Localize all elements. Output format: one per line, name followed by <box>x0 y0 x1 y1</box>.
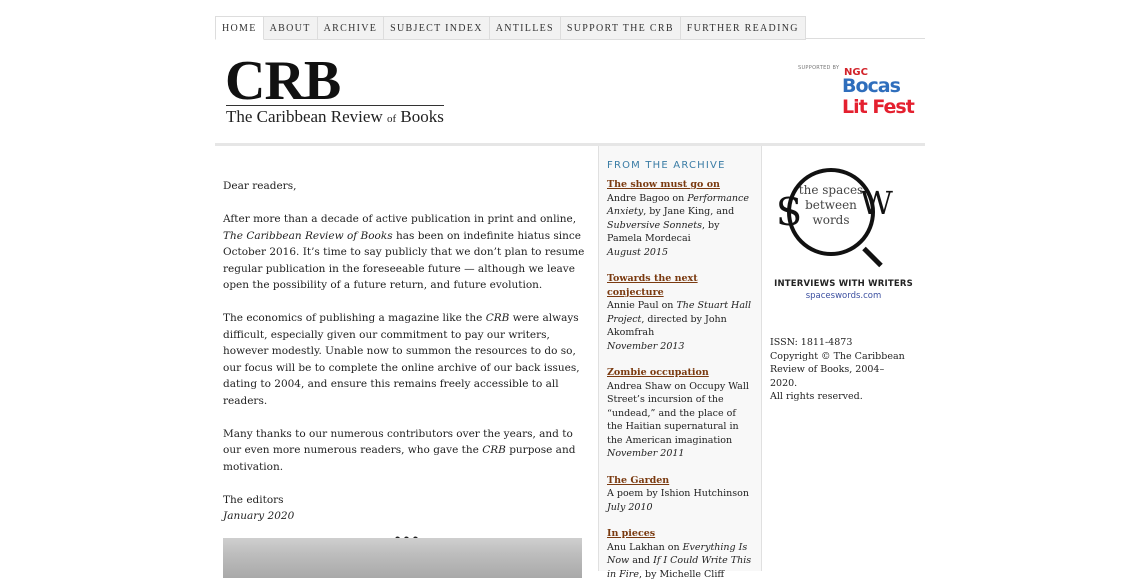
archive-entry: In pieces Anu Lakhan on Everything Is No… <box>607 527 753 581</box>
logo-subtitle-b: Books <box>396 107 444 126</box>
cover-image[interactable] <box>223 538 582 578</box>
entry-text: Andrea Shaw on Occupy Wall Street’s incu… <box>607 380 749 446</box>
salutation: Dear readers, <box>223 180 297 192</box>
entry-italic: Subversive Sonnets <box>607 219 702 231</box>
letter-date: January 2020 <box>223 510 295 522</box>
nav-further-reading[interactable]: FURTHER READING <box>680 16 806 40</box>
letter-paragraph-1: After more than a decade of active publi… <box>223 211 590 294</box>
rights: All rights reserved. <box>770 391 863 402</box>
masthead: CRB The Caribbean Review of Books SUPPOR… <box>215 39 925 146</box>
archive-entry-title[interactable]: In pieces <box>607 527 753 541</box>
archive-entry-date: August 2015 <box>607 246 669 258</box>
p3-crb: CRB <box>482 444 506 456</box>
main-nav: HOME ABOUT ARCHIVE SUBJECT INDEX ANTILLE… <box>215 16 925 40</box>
letter-paragraph-3: Many thanks to our numerous contributors… <box>223 426 590 476</box>
nav-home[interactable]: HOME <box>215 16 264 40</box>
archive-heading: FROM THE ARCHIVE <box>607 160 726 171</box>
spaceswords-link[interactable]: spaceswords.com <box>762 291 925 301</box>
signoff-block: The editors January 2020 <box>223 492 590 525</box>
entry-text: and <box>629 555 654 566</box>
archive-entry: The Garden A poem by Ishion Hutchinson J… <box>607 474 753 515</box>
content-columns: Dear readers, After more than a decade o… <box>215 146 925 580</box>
entry-text: Andre Bagoo on <box>607 192 688 204</box>
bocas-lit-fest-logo[interactable]: SUPPORTED BY NGC Bocas Lit Fest <box>798 63 920 123</box>
p2-text-a: The economics of publishing a magazine l… <box>223 312 486 324</box>
nav-antilles[interactable]: ANTILLES <box>489 16 561 40</box>
sidebar-column: S W the spaces between words INTERVIEWS … <box>762 146 925 571</box>
bocas-label: Bocas <box>842 75 901 97</box>
logo-subtitle[interactable]: The Caribbean Review of Books <box>226 105 444 127</box>
nav-about[interactable]: ABOUT <box>263 16 318 40</box>
nav-archive[interactable]: ARCHIVE <box>317 16 385 40</box>
logo-mark[interactable]: CRB <box>225 50 341 112</box>
archive-entry: Towards the next conjecture Annie Paul o… <box>607 272 753 353</box>
archive-entry-title[interactable]: Zombie occupation <box>607 366 753 380</box>
logo-subtitle-a: The Caribbean Review <box>226 107 387 126</box>
p1-text-a: After more than a decade of active publi… <box>223 213 577 225</box>
crb-logo[interactable]: CRB <box>225 50 341 112</box>
entry-text: Annie Paul on <box>607 300 677 311</box>
nav-support[interactable]: SUPPORT THE CRB <box>560 16 681 40</box>
archive-entry-title[interactable]: Towards the next conjecture <box>607 272 753 299</box>
logo-subtitle-of: of <box>386 113 397 125</box>
supported-by-label: SUPPORTED BY <box>798 65 840 71</box>
copyright: Copyright © The Caribbean Review of Book… <box>770 350 905 389</box>
issn: ISSN: 1811-4873 <box>770 337 853 348</box>
issn-block: ISSN: 1811-4873 Copyright © The Caribbea… <box>770 336 910 404</box>
archive-entry-title[interactable]: The show must go on <box>607 178 753 192</box>
archive-entry-title[interactable]: The Garden <box>607 474 753 488</box>
interviews-label[interactable]: INTERVIEWS WITH WRITERS <box>762 279 925 289</box>
archive-entry: Zombie occupation Andrea Shaw on Occupy … <box>607 366 753 461</box>
spaces-between-words-logo[interactable]: S W the spaces between words <box>776 168 902 268</box>
nav-subject-index[interactable]: SUBJECT INDEX <box>384 16 490 40</box>
archive-entry: The show must go on Andre Bagoo on Perfo… <box>607 178 753 259</box>
site-header: HOME ABOUT ARCHIVE SUBJECT INDEX ANTILLE… <box>215 16 925 146</box>
archive-entry-date: July 2010 <box>607 501 653 513</box>
entry-text: , by Jane King, and <box>643 206 735 217</box>
letter-paragraph-2: The economics of publishing a magazine l… <box>223 310 590 409</box>
signoff: The editors <box>223 493 284 506</box>
entry-text: , by Michelle Cliff <box>638 568 725 580</box>
archive-column: FROM THE ARCHIVE The show must go on And… <box>599 146 762 580</box>
archive-entry-date: November 2013 <box>607 340 685 352</box>
litfest-label: Lit Fest <box>842 96 915 118</box>
p1-title: The Caribbean Review of Books <box>223 229 393 242</box>
p2-text-b: were always difficult, especially given … <box>223 312 580 407</box>
entry-text: Anu Lakhan on <box>607 541 683 553</box>
main-column: Dear readers, After more than a decade o… <box>215 146 599 578</box>
entry-text: A poem by Ishion Hutchinson <box>607 488 749 499</box>
magnifier-handle <box>862 246 883 268</box>
p2-crb: CRB <box>485 312 510 324</box>
archive-entry-date: November 2011 <box>607 448 685 459</box>
spaces-logo-text: the spaces between words <box>798 183 864 227</box>
